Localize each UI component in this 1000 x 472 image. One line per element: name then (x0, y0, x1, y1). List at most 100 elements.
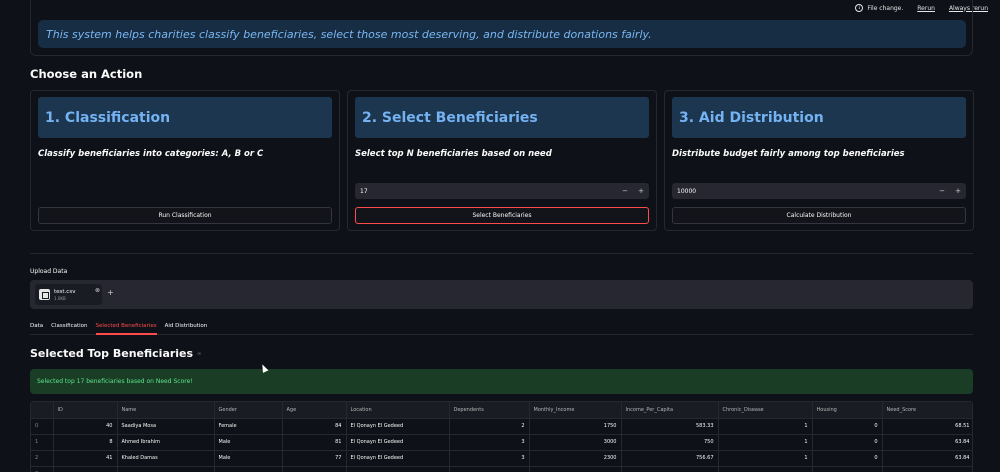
table-row[interactable]: 0 40 Saadiya Mosa Female 84 El Qonayn El Gede… (31, 418, 972, 435)
tab-data[interactable]: Data (30, 320, 43, 335)
table-cell[interactable]: El Qonayn El Gedeed (346, 434, 450, 451)
tab-classification[interactable]: Classification (51, 320, 87, 335)
table-cell[interactable]: 81 (282, 434, 347, 451)
table-cell[interactable] (282, 466, 347, 472)
column-header[interactable]: Housing (812, 402, 883, 419)
add-file-icon[interactable]: + (107, 288, 114, 297)
column-header[interactable]: Dependents (449, 402, 530, 419)
table-row[interactable]: 2 41 Khaled Damas Male 77 El Qonayn El Gedeed… (31, 450, 972, 467)
table-cell[interactable]: Female (214, 418, 283, 435)
column-header[interactable]: Income_Per_Capita (621, 402, 719, 419)
column-header[interactable]: ID (53, 402, 118, 419)
table-cell[interactable] (529, 466, 622, 472)
select-beneficiaries-button[interactable]: Select Beneficiaries (355, 207, 649, 224)
table-cell[interactable]: 1750 (529, 418, 622, 435)
run-classification-button[interactable]: Run Classification (38, 207, 332, 224)
table-cell[interactable]: 0 (812, 418, 883, 435)
table-cell[interactable]: 1 (718, 418, 813, 435)
upload-data-label: Upload Data (30, 268, 68, 275)
classification-card: 1. Classification Classify beneficiaries… (30, 90, 340, 231)
table-row[interactable]: 3 (31, 466, 972, 472)
column-header[interactable]: Need_Score (882, 402, 972, 419)
aid-distribution-description: Distribute budget fairly among top benef… (672, 149, 905, 159)
table-cell[interactable]: 2300 (529, 450, 622, 467)
table-cell[interactable]: 756.67 (621, 450, 719, 467)
table-cell[interactable]: El Qonayn El Gedeed (346, 418, 450, 435)
table-cell[interactable] (346, 466, 450, 472)
table-cell[interactable]: 40 (53, 418, 118, 435)
column-header[interactable]: Name (117, 402, 215, 419)
table-cell[interactable]: 3 (449, 450, 530, 467)
file-name: test.csv (54, 289, 76, 295)
table-cell[interactable]: Male (214, 434, 283, 451)
top-n-number-input[interactable]: 17 − + (355, 183, 649, 199)
table-cell[interactable]: 1 (718, 450, 813, 467)
table-cell[interactable]: 0 (812, 434, 883, 451)
table-cell[interactable]: 41 (53, 450, 118, 467)
column-header[interactable]: Monthly_Income (529, 402, 622, 419)
table-cell[interactable] (449, 466, 530, 472)
section-divider (30, 253, 973, 254)
aid-distribution-card: 3. Aid Distribution Distribute budget fa… (664, 90, 974, 231)
table-cell[interactable]: 0 (31, 418, 54, 435)
column-header[interactable]: Chronic_Disease (718, 402, 813, 419)
table-cell[interactable]: Ahmed Ibrahim (117, 434, 215, 451)
table-cell[interactable]: 63.84 (882, 450, 972, 467)
table-cell[interactable]: El Qonayn El Gedeed (346, 450, 450, 467)
column-header[interactable]: Gender (214, 402, 283, 419)
table-cell[interactable]: 77 (282, 450, 347, 467)
file-size: 1.0KB (54, 296, 66, 301)
column-header[interactable]: Age (282, 402, 347, 419)
table-cell[interactable]: 2 (449, 418, 530, 435)
table-cell[interactable]: 2 (31, 450, 54, 467)
beneficiaries-table[interactable]: ID Name Gender Age Location Dependents M… (30, 401, 973, 472)
table-cell[interactable]: Male (214, 450, 283, 467)
intro-info-banner: This system helps charities classify ben… (38, 20, 966, 48)
table-cell[interactable]: Saadiya Mosa (117, 418, 215, 435)
increment-button[interactable]: + (633, 187, 649, 195)
file-uploader[interactable]: test.csv 1.0KB ⊗ + (30, 280, 973, 309)
table-cell[interactable]: 583.33 (621, 418, 719, 435)
table-cell[interactable] (812, 466, 883, 472)
selected-beneficiaries-heading: Selected Top Beneficiaries ∞ (30, 347, 201, 360)
table-cell[interactable]: 3000 (529, 434, 622, 451)
budget-value[interactable]: 10000 (672, 188, 934, 195)
anchor-link-icon[interactable]: ∞ (197, 351, 201, 357)
table-cell[interactable]: Khaled Damas (117, 450, 215, 467)
table-cell[interactable] (53, 466, 118, 472)
choose-action-heading: Choose an Action (30, 67, 143, 81)
remove-file-icon[interactable]: ⊗ (95, 287, 100, 294)
table-cell[interactable]: 68.51 (882, 418, 972, 435)
decrement-button[interactable]: − (934, 187, 950, 195)
table-cell[interactable]: 750 (621, 434, 719, 451)
table-cell[interactable]: 1 (718, 434, 813, 451)
table-cell[interactable] (621, 466, 719, 472)
tab-selected-beneficiaries[interactable]: Selected Beneficiaries (95, 320, 157, 335)
table-cell[interactable]: 3 (449, 434, 530, 451)
table-cell[interactable]: 8 (53, 434, 118, 451)
table-cell[interactable] (718, 466, 813, 472)
table-cell[interactable] (882, 466, 972, 472)
table-cell[interactable]: 3 (31, 466, 54, 472)
file-icon (39, 289, 50, 300)
table-cell[interactable]: 0 (812, 450, 883, 467)
increment-button[interactable]: + (950, 187, 966, 195)
table-cell[interactable] (214, 466, 283, 472)
table-cell[interactable]: 63.84 (882, 434, 972, 451)
table-cell[interactable]: 1 (31, 434, 54, 451)
table-row[interactable]: 1 8 Ahmed Ibrahim Male 81 El Qonayn El Gedeed… (31, 434, 972, 451)
top-n-value[interactable]: 17 (355, 188, 617, 195)
tab-bar: Data Classification Selected Beneficiari… (30, 320, 973, 335)
table-cell[interactable] (117, 466, 215, 472)
tab-aid-distribution[interactable]: Aid Distribution (165, 320, 208, 335)
decrement-button[interactable]: − (617, 187, 633, 195)
column-header[interactable]: Location (346, 402, 450, 419)
table-header-row: ID Name Gender Age Location Dependents M… (31, 402, 972, 419)
success-message: Selected top 17 beneficiaries based on N… (30, 369, 973, 394)
table-cell[interactable]: 84 (282, 418, 347, 435)
column-header[interactable] (31, 402, 54, 419)
select-beneficiaries-card: 2. Select Beneficiaries Select top N ben… (347, 90, 657, 231)
budget-number-input[interactable]: 10000 − + (672, 183, 966, 199)
calculate-distribution-button[interactable]: Calculate Distribution (672, 207, 966, 224)
aid-distribution-title: 3. Aid Distribution (672, 97, 966, 138)
